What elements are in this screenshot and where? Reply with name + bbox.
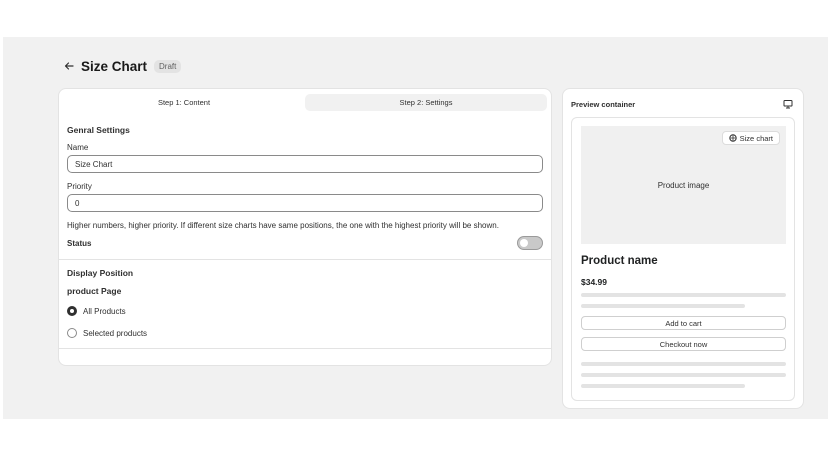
general-settings-heading: Genral Settings [67, 125, 130, 135]
placeholder-bar [581, 304, 745, 308]
section-divider [59, 259, 551, 260]
step-tabs: Step 1: Content Step 2: Settings [63, 94, 547, 111]
status-toggle[interactable] [517, 236, 543, 250]
product-page-heading: product Page [67, 286, 122, 296]
size-chart-label: Size chart [739, 133, 773, 143]
add-to-cart-button[interactable]: Add to cart [581, 316, 786, 330]
size-chart-button[interactable]: Size chart [721, 131, 780, 145]
radio-indicator [67, 306, 77, 316]
checkout-now-button[interactable]: Checkout now [581, 337, 786, 351]
priority-label: Priority [67, 182, 92, 191]
desktop-icon[interactable] [783, 99, 793, 109]
tab-step-settings[interactable]: Step 2: Settings [305, 94, 547, 111]
product-name: Product name [581, 255, 658, 267]
preview-title: Preview container [571, 100, 636, 109]
radio-label: All Products [83, 306, 126, 316]
settings-card: Step 1: Content Step 2: Settings Genral … [58, 88, 552, 366]
section-divider [59, 348, 551, 349]
radio-indicator [67, 328, 77, 338]
placeholder-bar [581, 373, 786, 377]
priority-input[interactable]: 0 [67, 194, 543, 212]
preview-card: Preview container Product image Size cha… [562, 88, 804, 409]
back-button[interactable] [61, 58, 77, 74]
radio-selected-products[interactable]: Selected products [67, 328, 147, 338]
placeholder-bar [581, 362, 786, 366]
tab-step-content[interactable]: Step 1: Content [63, 94, 305, 111]
display-position-heading: Display Position [67, 268, 134, 278]
status-label: Status [67, 239, 92, 248]
product-price: $34.99 [581, 277, 607, 287]
name-label: Name [67, 143, 89, 152]
status-badge: Draft [154, 59, 182, 73]
product-image-label: Product image [657, 180, 710, 190]
priority-help-text: Higher numbers, higher priority. If diff… [67, 221, 499, 230]
size-chart-icon [728, 134, 737, 142]
radio-label: Selected products [83, 328, 148, 338]
arrow-left-icon [64, 62, 74, 70]
toggle-knob [520, 239, 528, 247]
page-title: Size Chart [81, 58, 148, 74]
radio-all-products[interactable]: All Products [67, 306, 126, 316]
page-header: Size Chart Draft [61, 56, 182, 76]
preview-frame: Product image Size chart Product name $3… [571, 117, 795, 401]
placeholder-bar [581, 293, 786, 297]
app-canvas: Size Chart Draft Step 1: Content Step 2:… [3, 37, 828, 419]
name-input[interactable]: Size Chart [67, 155, 543, 173]
placeholder-bar [581, 384, 745, 388]
product-image: Product image Size chart [581, 126, 786, 244]
